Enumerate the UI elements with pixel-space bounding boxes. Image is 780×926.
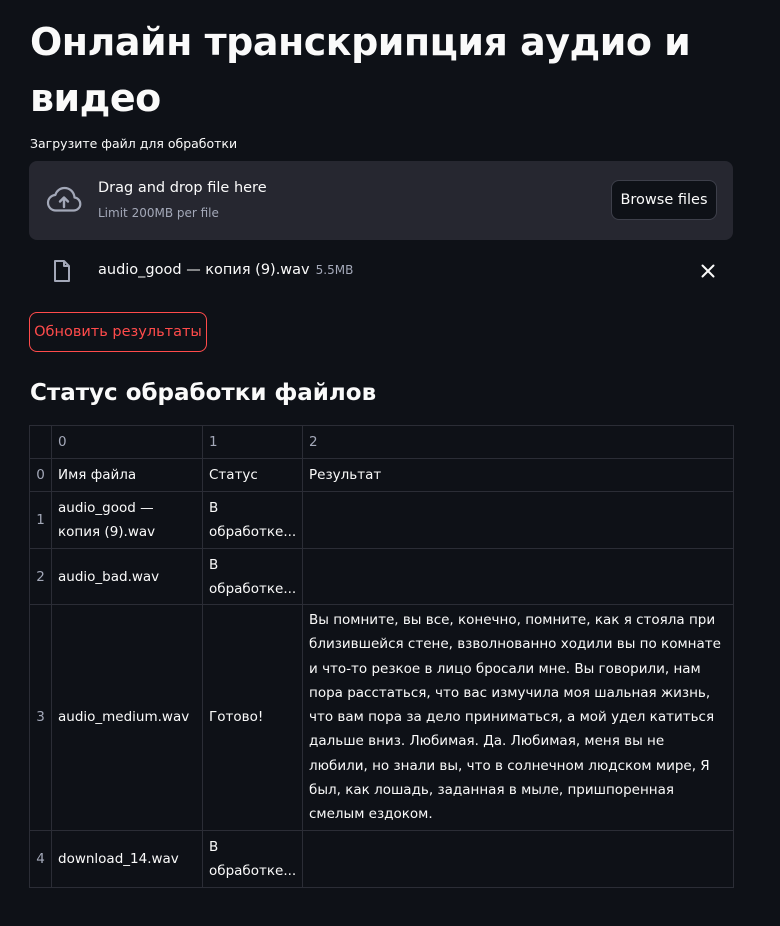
file-name-cell: audio_bad.wav: [58, 568, 160, 585]
table-cell[interactable]: [302, 829, 734, 888]
table-cell[interactable]: audio_medium.wav: [51, 604, 203, 831]
table-header-row: 0 1 2: [29, 425, 734, 459]
uploader-label: Загрузите файл для обработки: [30, 136, 238, 151]
refresh-results-button[interactable]: Обновить результаты: [29, 312, 207, 352]
table-cell[interactable]: Статус: [202, 458, 303, 492]
status-table: 0 1 2 0 Имя файла Статус Результат 1 aud…: [29, 425, 734, 888]
table-row: 3 audio_medium.wav Готово! Вы помните, в…: [29, 604, 734, 831]
column-header[interactable]: 2: [302, 425, 734, 459]
table-cell[interactable]: [302, 548, 734, 605]
table-cell[interactable]: В обработке...: [202, 491, 303, 549]
row-index: 4: [29, 829, 52, 888]
table-cell[interactable]: Имя файла: [51, 458, 203, 492]
table-corner-cell: [29, 425, 52, 459]
row-index: 2: [29, 548, 52, 605]
file-dropzone[interactable]: Drag and drop file here Limit 200MB per …: [29, 161, 733, 240]
cloud-upload-icon: [46, 186, 82, 212]
dropzone-title: Drag and drop file here: [98, 180, 267, 196]
browse-files-button[interactable]: Browse files: [611, 180, 717, 220]
uploaded-file-size: 5.5MB: [315, 263, 354, 277]
table-row: 2 audio_bad.wav В обработке...: [29, 548, 734, 605]
status-cell: В обработке...: [209, 500, 296, 540]
column-header[interactable]: 0: [51, 425, 203, 459]
row-index: 1: [29, 491, 52, 549]
table-row: 1 audio_good — копия (9).wav В обработке…: [29, 491, 734, 549]
status-cell: В обработке...: [209, 838, 296, 879]
app-page: Онлайн транскрипция аудио и видео Загруз…: [0, 0, 780, 926]
table-row: 4 download_14.wav В обработке...: [29, 829, 734, 888]
column-header[interactable]: 1: [202, 425, 303, 459]
transcript-cell: Вы помните, вы все, конечно, помните, ка…: [309, 612, 721, 823]
uploaded-file-item: audio_good — копия (9).wav 5.5MB: [29, 252, 733, 290]
row-index: 3: [29, 604, 52, 831]
file-name-cell: download_14.wav: [58, 850, 179, 867]
table-cell[interactable]: download_14.wav: [51, 829, 203, 888]
table-cell[interactable]: Результат: [302, 458, 734, 492]
uploaded-file-name: audio_good — копия (9).wav 5.5MB: [98, 262, 353, 278]
table-cell[interactable]: [302, 491, 734, 549]
row-index: 0: [29, 458, 52, 492]
uploaded-file-name-text: audio_good — копия (9).wav: [98, 262, 310, 278]
status-cell: Готово!: [209, 709, 264, 726]
table-cell[interactable]: audio_bad.wav: [51, 548, 203, 605]
table-cell[interactable]: Готово!: [202, 604, 303, 831]
table-row: 0 Имя файла Статус Результат: [29, 458, 734, 492]
table-cell[interactable]: В обработке...: [202, 829, 303, 888]
table-cell[interactable]: audio_good — копия (9).wav: [51, 491, 203, 549]
table-cell[interactable]: Вы помните, вы все, конечно, помните, ка…: [302, 604, 734, 831]
file-name-cell: audio_good — копия (9).wav: [58, 500, 156, 540]
status-cell: В обработке...: [209, 556, 296, 597]
status-section-title: Статус обработки файлов: [30, 380, 377, 406]
file-icon: [54, 260, 70, 282]
table-cell[interactable]: В обработке...: [202, 548, 303, 605]
file-name-cell: audio_medium.wav: [58, 709, 190, 726]
dropzone-limit: Limit 200MB per file: [98, 206, 219, 220]
close-icon[interactable]: [698, 261, 718, 281]
page-title: Онлайн транскрипция аудио и видео: [30, 20, 691, 120]
